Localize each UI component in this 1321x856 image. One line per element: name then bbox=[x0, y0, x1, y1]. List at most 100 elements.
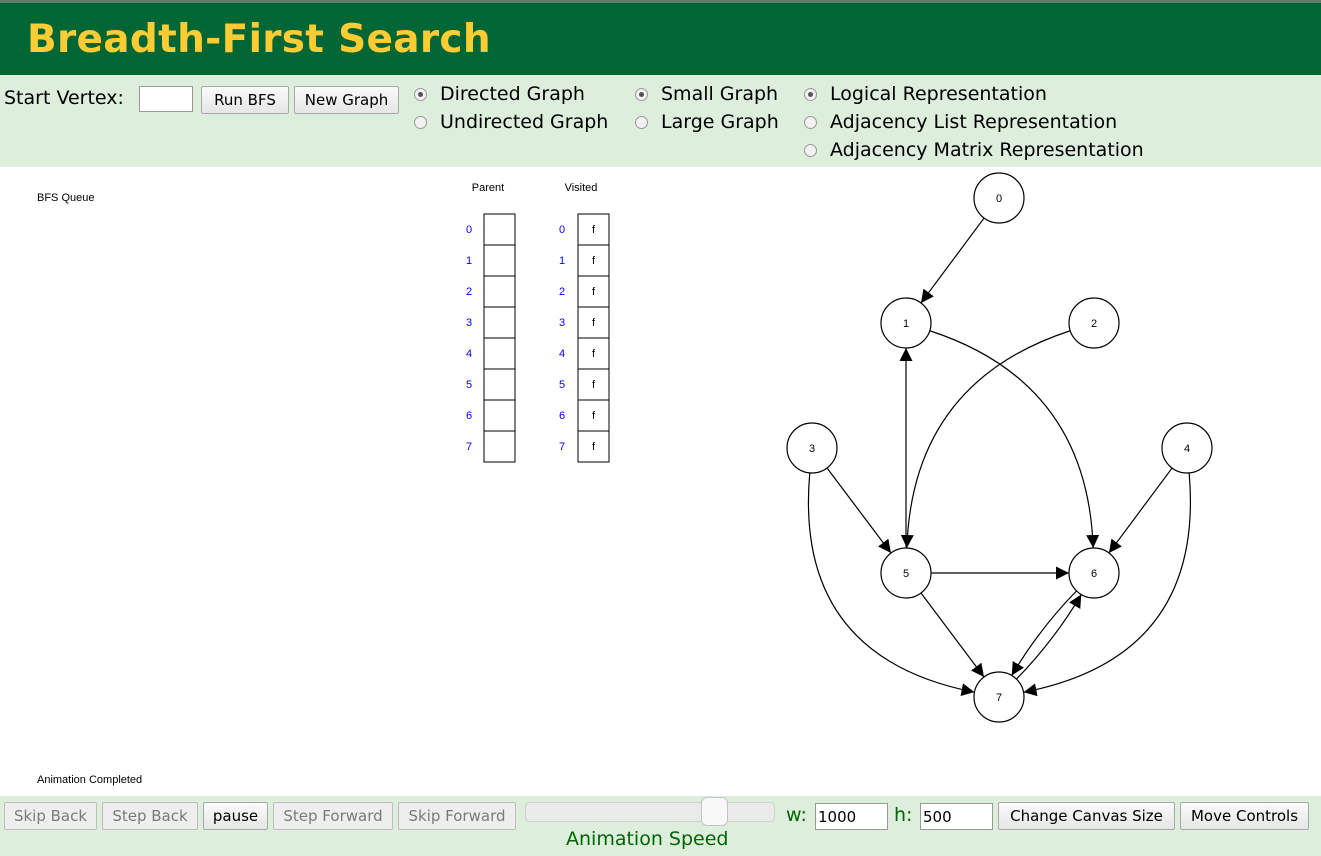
graph-vertex: 0 bbox=[973, 172, 1025, 224]
vertex-label: 0 bbox=[996, 193, 1002, 205]
graph-vertex: 5 bbox=[880, 547, 932, 599]
large-graph-option[interactable]: Large Graph bbox=[635, 110, 779, 134]
graph-vertex: 3 bbox=[786, 422, 838, 474]
start-vertex-input[interactable] bbox=[139, 86, 193, 112]
vertex-label: 1 bbox=[903, 318, 909, 330]
change-canvas-size-button[interactable]: Change Canvas Size bbox=[998, 802, 1175, 830]
canvas-height-input[interactable] bbox=[920, 803, 993, 830]
adjacency-matrix-option[interactable]: Adjacency Matrix Representation bbox=[804, 138, 1144, 162]
visited-index: 3 bbox=[559, 317, 565, 329]
vertex-label: 4 bbox=[1184, 443, 1190, 455]
parent-header: Parent bbox=[472, 182, 504, 194]
parent-cell bbox=[483, 244, 516, 277]
step-back-button[interactable]: Step Back bbox=[102, 802, 198, 830]
graph-edge bbox=[900, 330, 1071, 549]
graph-vertex: 2 bbox=[1068, 297, 1120, 349]
graph-edges bbox=[807, 217, 1191, 697]
bfs-queue-label: BFS Queue bbox=[37, 192, 94, 204]
width-label: w: bbox=[786, 804, 807, 826]
start-vertex-label: Start Vertex: bbox=[4, 87, 124, 109]
graph-edge bbox=[1016, 594, 1082, 680]
parent-cell bbox=[483, 213, 516, 246]
small-graph-option[interactable]: Small Graph bbox=[635, 82, 778, 106]
graph-vertex: 4 bbox=[1161, 422, 1213, 474]
small-graph-label: Small Graph bbox=[661, 83, 779, 105]
run-bfs-button[interactable]: Run BFS bbox=[201, 86, 289, 114]
parent-cell bbox=[483, 430, 516, 463]
logical-representation-option[interactable]: Logical Representation bbox=[804, 82, 1047, 106]
bfs-arrays: 0 0 f1 1 f2 2 f3 3 f4 4 f5 5 f6 6 f7 7 f bbox=[466, 213, 610, 463]
undirected-graph-label: Undirected Graph bbox=[440, 111, 609, 133]
vertex-label: 6 bbox=[1091, 568, 1097, 580]
visited-index: 4 bbox=[559, 348, 565, 360]
visited-header: Visited bbox=[565, 182, 598, 194]
adjacency-list-option[interactable]: Adjacency List Representation bbox=[804, 110, 1117, 134]
graph-vertex: 6 bbox=[1068, 547, 1120, 599]
parent-index: 5 bbox=[466, 379, 472, 391]
directed-graph-label: Directed Graph bbox=[440, 83, 585, 105]
adjacency-matrix-radio[interactable] bbox=[804, 143, 817, 157]
height-label: h: bbox=[894, 804, 913, 826]
animation-speed-thumb[interactable] bbox=[701, 797, 728, 826]
large-graph-radio[interactable] bbox=[635, 115, 648, 129]
parent-cell bbox=[483, 399, 516, 432]
animation-canvas: BFS Queue Parent Visited 00f11f22f33f44f… bbox=[0, 167, 1321, 796]
visited-index: 1 bbox=[559, 255, 565, 267]
vertex-label: 7 bbox=[996, 692, 1002, 704]
large-graph-label: Large Graph bbox=[661, 111, 779, 133]
parent-index: 2 bbox=[466, 286, 472, 298]
graph-vertex: 7 bbox=[973, 671, 1025, 723]
logical-representation-label: Logical Representation bbox=[830, 83, 1047, 105]
parent-cell bbox=[483, 337, 516, 370]
page-title: Breadth-First Search bbox=[27, 17, 491, 62]
pause-button[interactable]: pause bbox=[203, 802, 268, 830]
parent-index: 0 bbox=[466, 224, 472, 236]
directed-graph-radio[interactable] bbox=[414, 87, 427, 101]
undirected-graph-option[interactable]: Undirected Graph bbox=[414, 110, 608, 134]
graph-edge bbox=[1011, 590, 1077, 676]
vertex-label: 2 bbox=[1091, 318, 1097, 330]
undirected-graph-radio[interactable] bbox=[414, 115, 427, 129]
adjacency-list-radio[interactable] bbox=[804, 115, 817, 129]
skip-back-button[interactable]: Skip Back bbox=[4, 802, 97, 830]
graph-edge bbox=[929, 330, 1100, 549]
animation-controls: Skip Back Step Back pause Step Forward S… bbox=[0, 796, 1321, 856]
small-graph-radio[interactable] bbox=[635, 87, 648, 101]
parent-index: 4 bbox=[466, 348, 472, 360]
move-controls-button[interactable]: Move Controls bbox=[1180, 802, 1309, 830]
skip-forward-button[interactable]: Skip Forward bbox=[398, 802, 516, 830]
parent-index: 6 bbox=[466, 410, 472, 422]
animation-speed-slider[interactable] bbox=[525, 802, 775, 822]
parent-cell bbox=[483, 306, 516, 339]
visited-index: 7 bbox=[559, 441, 565, 453]
step-forward-button[interactable]: Step Forward bbox=[273, 802, 393, 830]
graph-edge bbox=[920, 217, 985, 304]
vertex-label: 5 bbox=[903, 568, 909, 580]
parent-index: 1 bbox=[466, 255, 472, 267]
animation-speed-label: Animation Speed bbox=[566, 828, 729, 850]
algorithm-controls: Start Vertex: Run BFS New Graph Directed… bbox=[0, 75, 1321, 167]
graph-edge bbox=[920, 592, 985, 678]
adjacency-list-label: Adjacency List Representation bbox=[830, 111, 1118, 133]
vertex-label: 3 bbox=[809, 443, 815, 455]
status-text: Animation Completed bbox=[37, 774, 142, 786]
visualization-svg: BFS Queue Parent Visited 0 0 f1 1 f2 2 f3 3 f4 4 f… bbox=[37, 172, 1213, 786]
visited-index: 0 bbox=[559, 224, 565, 236]
parent-index: 7 bbox=[466, 441, 472, 453]
visited-index: 5 bbox=[559, 379, 565, 391]
visited-index: 2 bbox=[559, 286, 565, 298]
adjacency-matrix-label: Adjacency Matrix Representation bbox=[830, 139, 1144, 161]
new-graph-button[interactable]: New Graph bbox=[294, 86, 399, 114]
logical-representation-radio[interactable] bbox=[804, 87, 817, 101]
canvas-width-input[interactable] bbox=[815, 803, 888, 830]
directed-graph-option[interactable]: Directed Graph bbox=[414, 82, 585, 106]
page-header: Breadth-First Search bbox=[0, 3, 1321, 75]
parent-index: 3 bbox=[466, 317, 472, 329]
graph-vertex: 1 bbox=[880, 297, 932, 349]
visited-index: 6 bbox=[559, 410, 565, 422]
graph-vertices: 0 1 2 3 4 5 6 7 bbox=[786, 172, 1213, 723]
parent-cell bbox=[483, 368, 516, 401]
graph-edge bbox=[1108, 467, 1173, 554]
parent-cell bbox=[483, 275, 516, 308]
graph-edge bbox=[826, 467, 892, 554]
